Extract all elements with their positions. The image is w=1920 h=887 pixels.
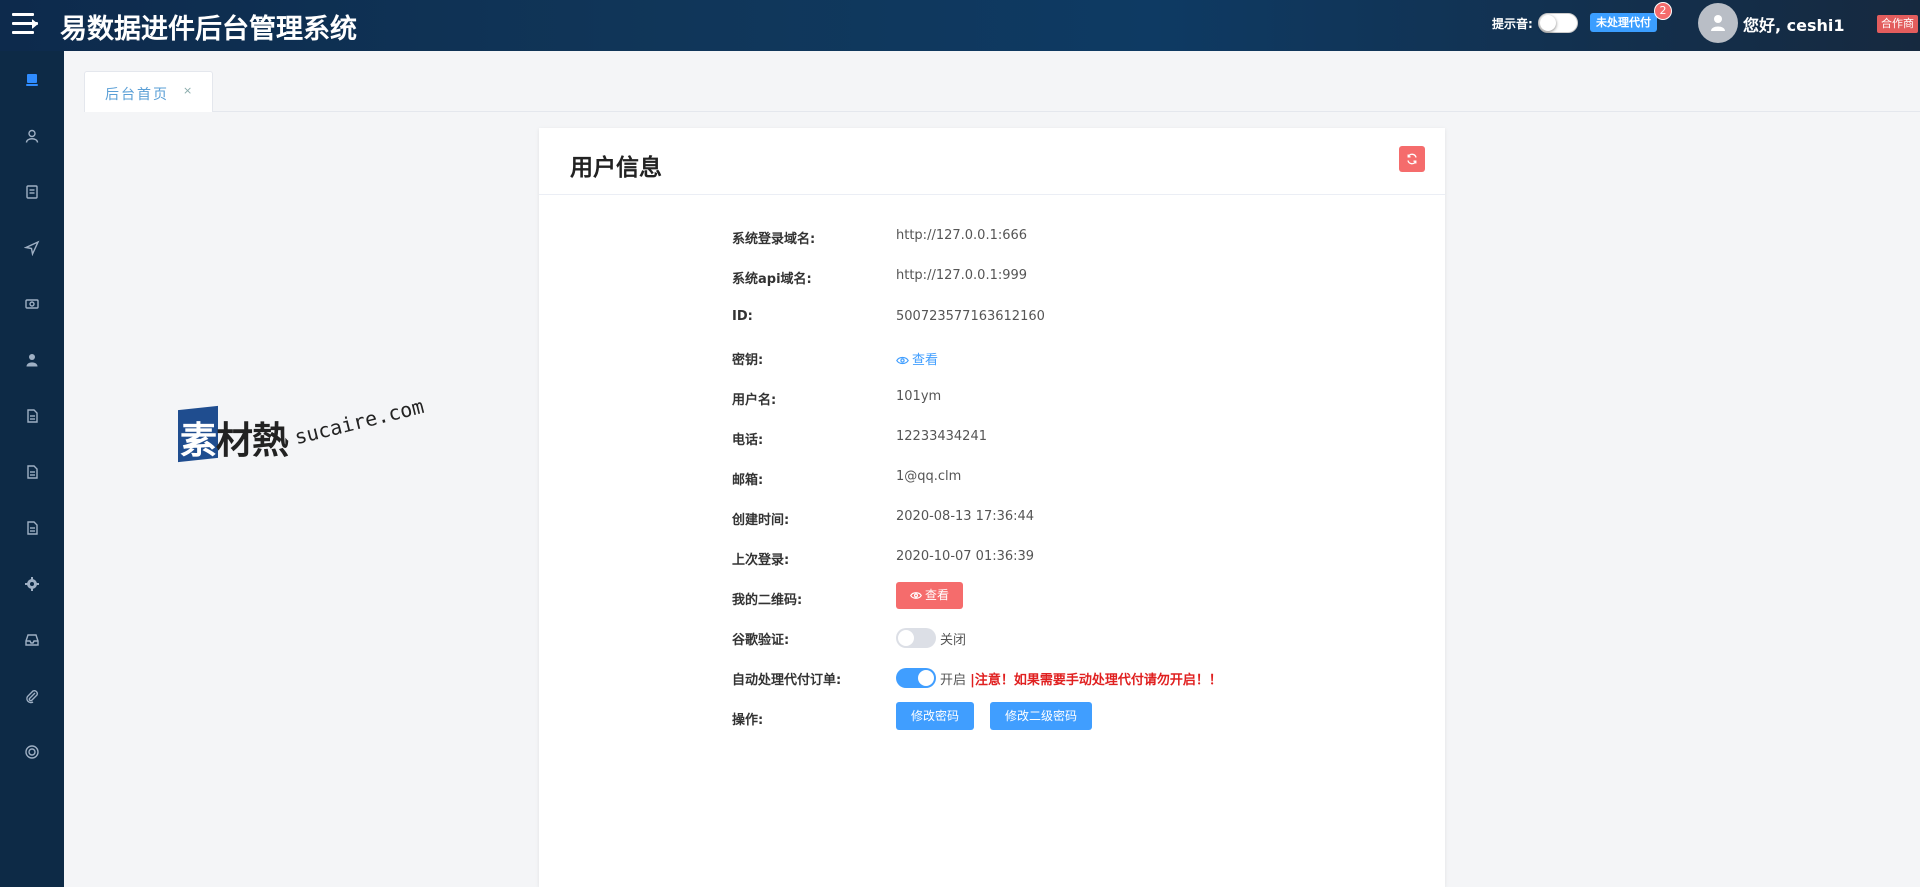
lifebuoy-icon[interactable] bbox=[20, 740, 44, 764]
watermark-cn: 素材熱 bbox=[180, 419, 289, 462]
api-domain-value: http://127.0.0.1:999 bbox=[896, 268, 1028, 283]
row-qrcode: 我的二维码: 查看 bbox=[539, 582, 1445, 609]
view-secret-text: 查看 bbox=[912, 353, 939, 368]
person-icon[interactable] bbox=[20, 348, 44, 372]
user-icon[interactable] bbox=[20, 124, 44, 148]
avatar[interactable] bbox=[1698, 3, 1738, 43]
phone-label: 电话: bbox=[732, 433, 764, 448]
change-password-button[interactable]: 修改密码 bbox=[896, 702, 975, 730]
page-title: 用户信息 bbox=[570, 155, 662, 181]
eye-icon bbox=[896, 356, 909, 365]
auto-pay-state-wrap: 开启 |注意！如果需要手动处理代付请勿开启！！ bbox=[940, 669, 1222, 688]
qrcode-label: 我的二维码: bbox=[732, 593, 803, 608]
row-login-domain: 系统登录域名: http://127.0.0.1:666 bbox=[539, 228, 1445, 248]
row-last-login: 上次登录: 2020-10-07 01:36:39 bbox=[539, 549, 1445, 569]
monitor-icon[interactable] bbox=[20, 68, 44, 92]
card-header: 用户信息 bbox=[539, 128, 1445, 195]
tab-dashboard[interactable]: 后台首页 × bbox=[84, 71, 213, 112]
row-email: 邮箱: 1@qq.clm bbox=[539, 469, 1445, 489]
file-icon[interactable] bbox=[20, 404, 44, 428]
row-created: 创建时间: 2020-08-13 17:36:44 bbox=[539, 509, 1445, 529]
row-actions: 操作: 修改密码 修改二级密码 bbox=[539, 702, 1445, 730]
auto-pay-label: 自动处理代付订单: bbox=[732, 673, 842, 688]
id-label: ID: bbox=[732, 309, 753, 324]
row-id: ID: 500723577163612160 bbox=[539, 309, 1445, 329]
sidebar bbox=[0, 51, 64, 887]
tab-divider bbox=[213, 111, 1920, 112]
refresh-button[interactable] bbox=[1399, 146, 1425, 172]
username-value: 101ym bbox=[896, 389, 942, 404]
send-icon[interactable] bbox=[20, 236, 44, 260]
watermark-logo: 素材熱 sucaire.com bbox=[178, 394, 428, 476]
sound-toggle[interactable] bbox=[1538, 13, 1578, 33]
pending-count-badge: 2 bbox=[1654, 2, 1672, 20]
last-login-value: 2020-10-07 01:36:39 bbox=[896, 549, 1035, 564]
change-secondary-password-button[interactable]: 修改二级密码 bbox=[990, 702, 1093, 730]
eye-icon bbox=[910, 592, 922, 599]
close-icon[interactable]: × bbox=[183, 84, 192, 97]
email-label: 邮箱: bbox=[732, 473, 764, 488]
tab-label: 后台首页 bbox=[105, 87, 169, 103]
row-google-auth: 谷歌验证: 关闭 bbox=[539, 628, 1445, 649]
app-title: 易数据进件后台管理系统 bbox=[60, 14, 357, 45]
view-qrcode-text: 查看 bbox=[925, 588, 950, 602]
file-list-icon[interactable] bbox=[20, 516, 44, 540]
google-auth-toggle[interactable] bbox=[896, 628, 936, 648]
actions-label: 操作: bbox=[732, 713, 764, 728]
username-label: 用户名: bbox=[732, 393, 777, 408]
created-label: 创建时间: bbox=[732, 513, 790, 528]
last-login-label: 上次登录: bbox=[732, 553, 790, 568]
inbox-icon[interactable] bbox=[20, 628, 44, 652]
money-icon[interactable] bbox=[20, 292, 44, 316]
refresh-icon bbox=[1407, 153, 1417, 165]
paperclip-icon[interactable] bbox=[20, 684, 44, 708]
google-auth-state: 关闭 bbox=[940, 633, 967, 648]
sound-label: 提示音: bbox=[1492, 17, 1533, 31]
auto-pay-state: 开启 bbox=[940, 673, 967, 688]
file-text-icon[interactable] bbox=[20, 460, 44, 484]
view-secret-link[interactable]: 查看 bbox=[896, 349, 938, 368]
email-value: 1@qq.clm bbox=[896, 469, 962, 484]
row-username: 用户名: 101ym bbox=[539, 389, 1445, 409]
row-api-domain: 系统api域名: http://127.0.0.1:999 bbox=[539, 268, 1445, 288]
login-domain-label: 系统登录域名: bbox=[732, 232, 816, 247]
user-info-card: 用户信息 系统登录域名: http://127.0.0.1:666 系统api域… bbox=[539, 128, 1445, 887]
pending-payout-button[interactable]: 未处理代付 bbox=[1590, 13, 1657, 32]
role-badge: 合作商 bbox=[1877, 15, 1918, 33]
secret-label: 密钥: bbox=[732, 353, 764, 368]
id-value: 500723577163612160 bbox=[896, 309, 1045, 324]
api-domain-label: 系统api域名: bbox=[732, 272, 812, 287]
menu-toggle-icon[interactable] bbox=[12, 13, 38, 35]
auto-pay-toggle[interactable] bbox=[896, 668, 936, 688]
settings-icon[interactable] bbox=[20, 572, 44, 596]
login-domain-value: http://127.0.0.1:666 bbox=[896, 228, 1028, 243]
top-header: 易数据进件后台管理系统 提示音: 未处理代付 2 您好, ceshi1 合作商 bbox=[0, 0, 1920, 51]
google-auth-label: 谷歌验证: bbox=[732, 633, 790, 648]
view-qrcode-button[interactable]: 查看 bbox=[896, 582, 964, 609]
watermark-en: sucaire.com bbox=[292, 393, 427, 450]
document-icon[interactable] bbox=[20, 180, 44, 204]
phone-value: 12233434241 bbox=[896, 429, 987, 444]
tab-bar: 后台首页 × bbox=[82, 51, 1920, 112]
row-secret: 密钥: 查看 bbox=[539, 349, 1445, 369]
user-greeting[interactable]: 您好, ceshi1 bbox=[1743, 12, 1845, 36]
user-avatar-icon bbox=[1711, 15, 1725, 31]
created-value: 2020-08-13 17:36:44 bbox=[896, 509, 1035, 524]
auto-pay-warning: |注意！如果需要手动处理代付请勿开启！！ bbox=[970, 673, 1222, 688]
row-auto-pay: 自动处理代付订单: 开启 |注意！如果需要手动处理代付请勿开启！！ bbox=[539, 668, 1445, 689]
row-phone: 电话: 12233434241 bbox=[539, 429, 1445, 449]
